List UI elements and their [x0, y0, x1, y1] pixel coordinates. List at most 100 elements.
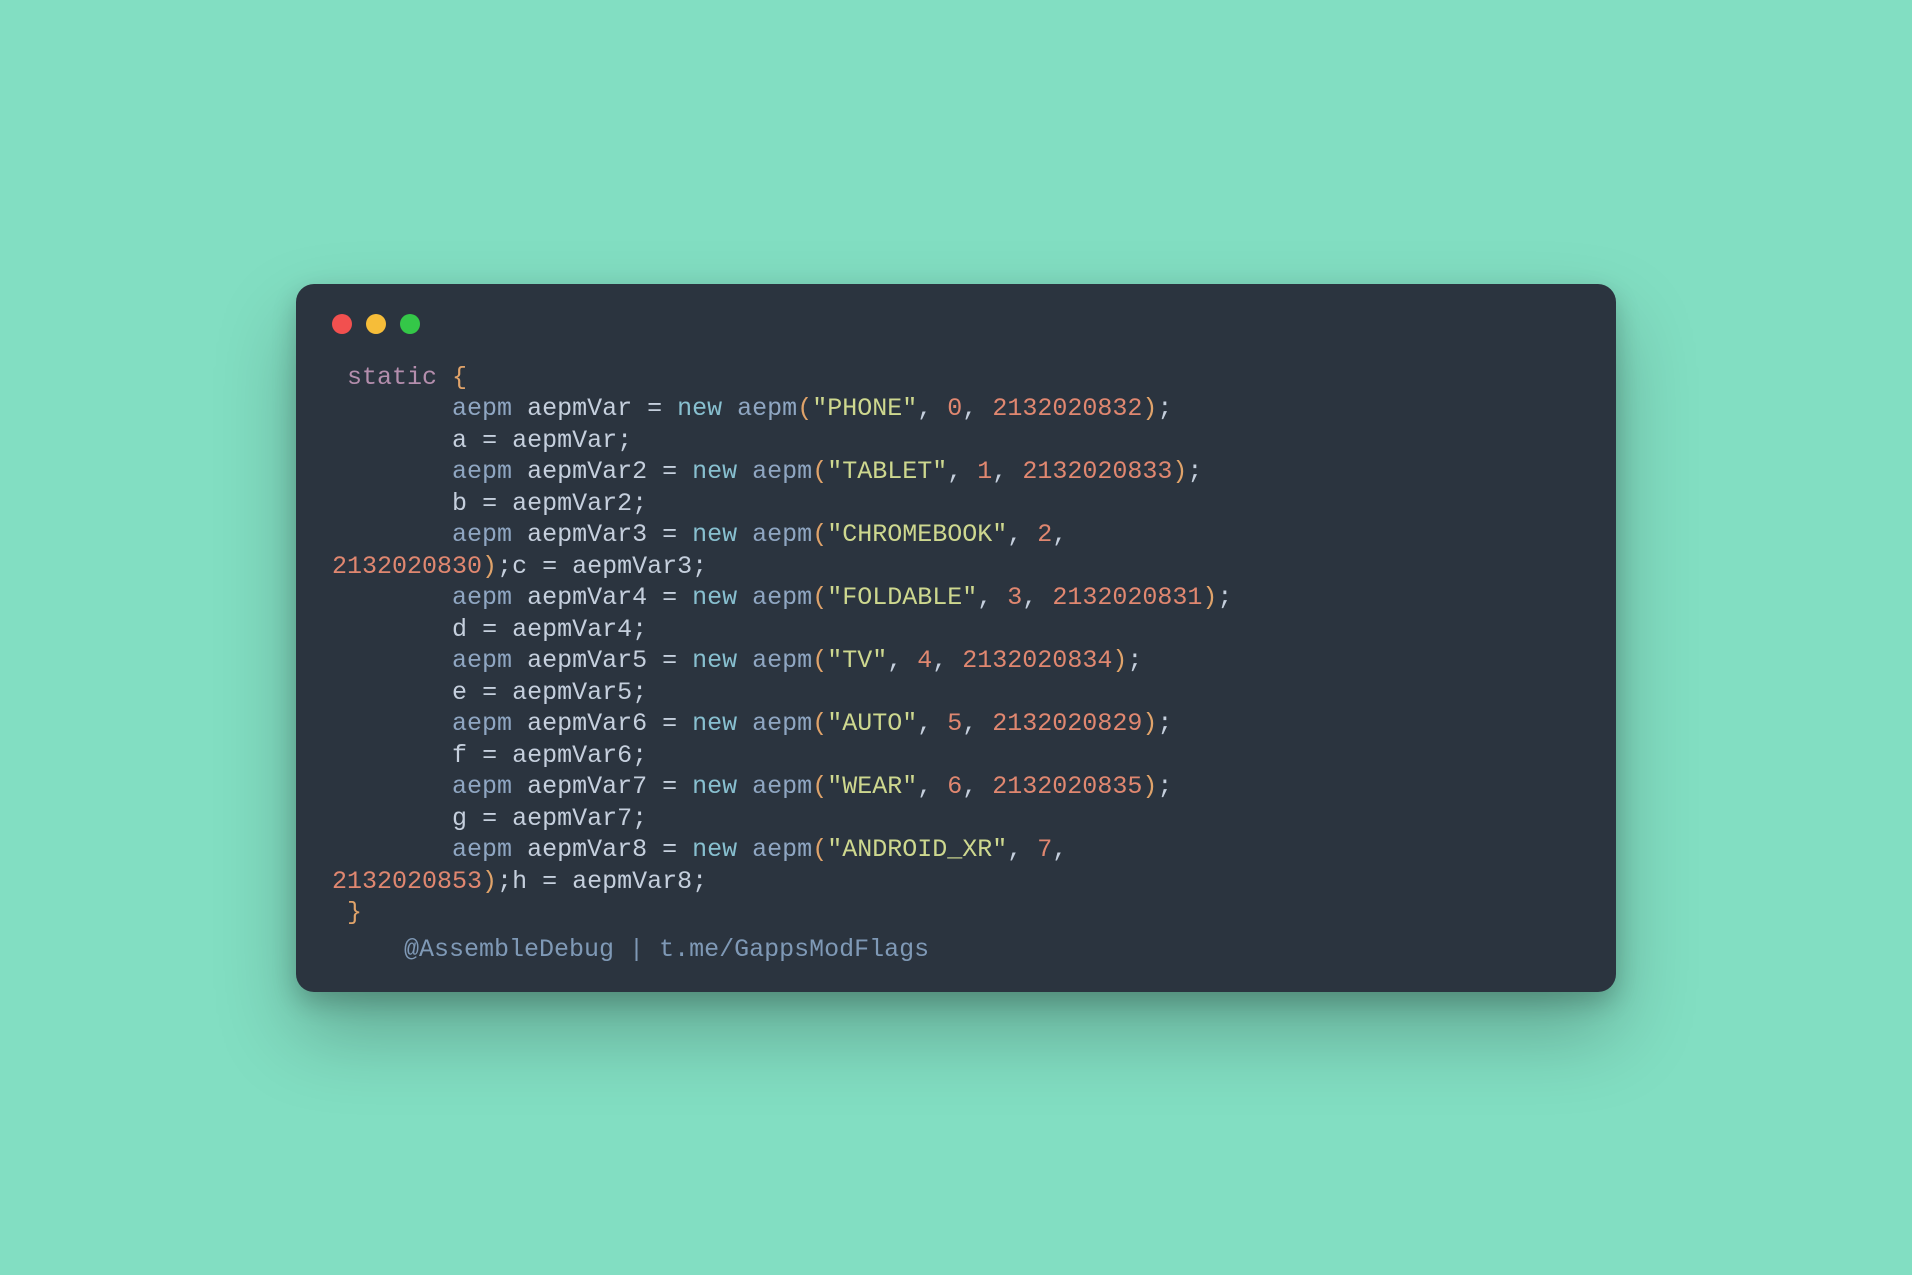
type-name: aepm [452, 772, 512, 801]
keyword-new: new [692, 772, 737, 801]
keyword-new: new [692, 646, 737, 675]
rparen: ) [482, 867, 497, 896]
semi: ; [632, 741, 647, 770]
number-literal: 4 [917, 646, 932, 675]
minimize-icon[interactable] [366, 314, 386, 334]
open-brace: { [452, 363, 467, 392]
close-icon[interactable] [332, 314, 352, 334]
semi: ; [1157, 394, 1172, 423]
semi: ; [1157, 709, 1172, 738]
number-literal: 7 [1037, 835, 1052, 864]
lparen: ( [812, 709, 827, 738]
var-ref: aepmVar2 [512, 489, 632, 518]
assign-target: h [512, 867, 542, 896]
code-line: static { [332, 363, 467, 392]
string-literal: "ANDROID_XR" [827, 835, 1007, 864]
keyword-new: new [692, 520, 737, 549]
lparen: ( [812, 520, 827, 549]
number-literal: 2132020829 [992, 709, 1142, 738]
semi: ; [1127, 646, 1142, 675]
semi: ; [497, 867, 512, 896]
window-titlebar [332, 314, 1580, 362]
comma: , [977, 583, 992, 612]
comma: , [962, 709, 977, 738]
number-literal: 2132020830 [332, 552, 482, 581]
type-name: aepm [452, 457, 512, 486]
op-eq: = [662, 772, 677, 801]
op-eq: = [662, 835, 677, 864]
lparen: ( [812, 457, 827, 486]
code-window: static { aepm aepmVar = new aepm("PHONE"… [296, 284, 1616, 992]
var-name: aepmVar3 [527, 520, 647, 549]
op-eq: = [542, 552, 557, 581]
var-ref: aepmVar4 [512, 615, 632, 644]
semi: ; [497, 552, 512, 581]
type-name: aepm [452, 835, 512, 864]
op-eq: = [482, 615, 497, 644]
op-eq: = [542, 867, 557, 896]
keyword-new: new [692, 457, 737, 486]
semi: ; [617, 426, 632, 455]
op-eq: = [482, 426, 497, 455]
var-ref: aepmVar5 [512, 678, 632, 707]
var-name: aepmVar8 [527, 835, 647, 864]
number-literal: 2132020832 [992, 394, 1142, 423]
ctor-name: aepm [752, 709, 812, 738]
number-literal: 2132020833 [1022, 457, 1172, 486]
assign-target: b [452, 489, 467, 518]
assign-target: f [452, 741, 467, 770]
code-block: static { aepm aepmVar = new aepm("PHONE"… [332, 362, 1580, 929]
type-name: aepm [452, 709, 512, 738]
assign-target: e [452, 678, 467, 707]
string-literal: "AUTO" [827, 709, 917, 738]
var-ref: aepmVar [512, 426, 617, 455]
number-literal: 2132020834 [962, 646, 1112, 675]
string-literal: "TV" [827, 646, 887, 675]
assign-target: a [452, 426, 467, 455]
string-literal: "WEAR" [827, 772, 917, 801]
number-literal: 3 [1007, 583, 1022, 612]
var-ref: aepmVar6 [512, 741, 632, 770]
number-literal: 1 [977, 457, 992, 486]
var-name: aepmVar [527, 394, 632, 423]
author-link: t.me/GappsModFlags [659, 935, 929, 964]
rparen: ) [1112, 646, 1127, 675]
ctor-name: aepm [752, 772, 812, 801]
maximize-icon[interactable] [400, 314, 420, 334]
type-name: aepm [452, 583, 512, 612]
var-name: aepmVar5 [527, 646, 647, 675]
number-literal: 2132020835 [992, 772, 1142, 801]
semi: ; [692, 552, 707, 581]
code-line: } [332, 898, 362, 927]
semi: ; [632, 804, 647, 833]
comma: , [962, 394, 977, 423]
ctor-name: aepm [752, 520, 812, 549]
attribution: @AssembleDebug | t.me/GappsModFlags [332, 929, 1580, 964]
comma: , [1007, 520, 1022, 549]
rparen: ) [1142, 394, 1157, 423]
number-literal: 2132020831 [1052, 583, 1202, 612]
op-eq: = [482, 678, 497, 707]
comma: , [947, 457, 962, 486]
type-name: aepm [452, 520, 512, 549]
semi: ; [1187, 457, 1202, 486]
op-eq: = [662, 457, 677, 486]
semi: ; [632, 678, 647, 707]
var-name: aepmVar7 [527, 772, 647, 801]
number-literal: 2132020853 [332, 867, 482, 896]
lparen: ( [812, 772, 827, 801]
rparen: ) [1142, 772, 1157, 801]
ctor-name: aepm [752, 457, 812, 486]
rparen: ) [1172, 457, 1187, 486]
keyword-new: new [692, 709, 737, 738]
ctor-name: aepm [752, 583, 812, 612]
var-name: aepmVar4 [527, 583, 647, 612]
assign-target: g [452, 804, 467, 833]
assign-target: d [452, 615, 467, 644]
lparen: ( [797, 394, 812, 423]
op-eq: = [647, 394, 662, 423]
separator: | [614, 935, 659, 964]
comma: , [1052, 835, 1067, 864]
semi: ; [1217, 583, 1232, 612]
semi: ; [1157, 772, 1172, 801]
